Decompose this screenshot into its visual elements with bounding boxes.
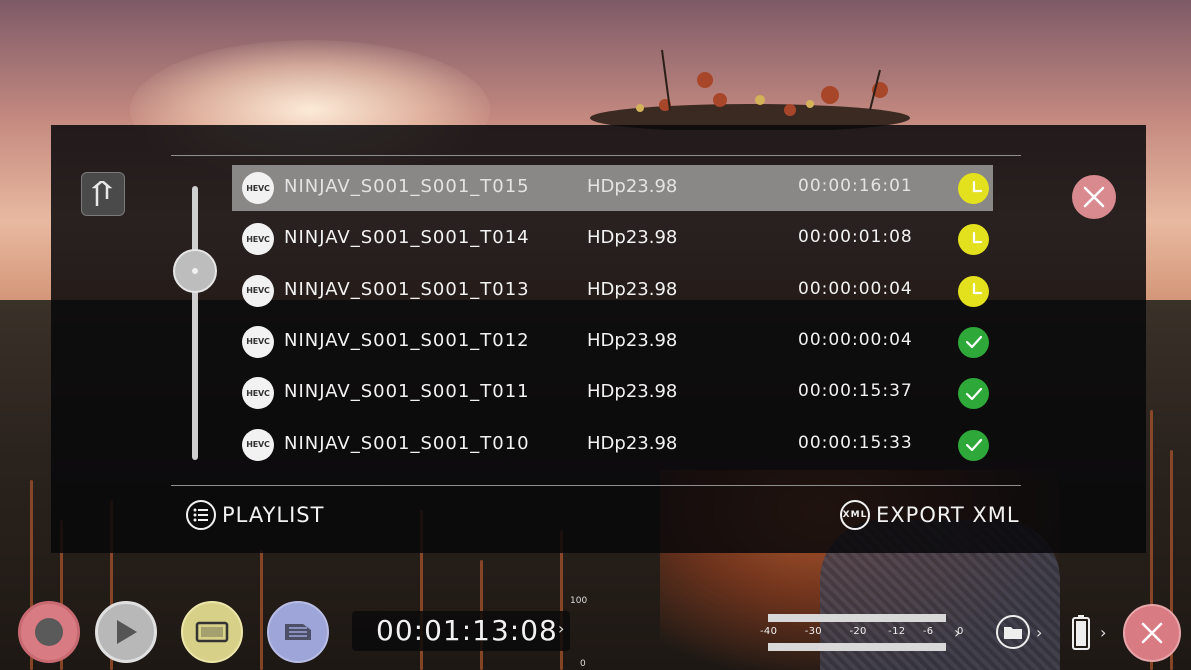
flower-crown: [590, 49, 910, 130]
clip-name: NINJAV_S001_S001_T012: [284, 329, 530, 351]
clip-name: NINJAV_S001_S001_T013: [284, 278, 530, 300]
media-chevron-icon: ›: [1036, 623, 1043, 642]
clip-duration: 00:00:01:08: [798, 227, 913, 248]
up-arrow-icon: [92, 181, 113, 206]
timecode-chevron-icon: ›: [558, 619, 565, 638]
bottom-divider: [171, 485, 1021, 486]
clip-name: NINJAV_S001_S001_T014: [284, 227, 530, 249]
scrollbar-thumb[interactable]: [173, 249, 217, 293]
battery-icon: [1072, 615, 1090, 650]
timecode: 00:01:13:08: [376, 614, 558, 647]
hevc-icon: HEVC: [242, 172, 274, 204]
playlist-button[interactable]: PLAYLIST: [186, 500, 324, 530]
audio-meter-scale[interactable]: -40 -30 -20 -12 -6 0: [760, 626, 964, 637]
clip-format: HDp23.98: [587, 227, 678, 249]
playlist-toolbar-button[interactable]: [267, 601, 329, 663]
clip-format: HDp23.98: [587, 278, 678, 300]
close-icon: [1083, 186, 1105, 208]
clip-row[interactable]: HEVC NINJAV_S001_S001_T010 HDp23.98 00:00:1…: [232, 422, 993, 468]
audio-meter-left: [768, 614, 946, 622]
play-button[interactable]: [95, 601, 157, 663]
monitor-icon: [195, 621, 229, 643]
top-divider: [171, 155, 1021, 156]
clip-format: HDp23.98: [587, 381, 678, 403]
play-icon: [117, 620, 137, 644]
export-xml-label: EXPORT XML: [876, 503, 1020, 527]
clip-duration: 00:00:00:04: [798, 278, 913, 299]
scrollbar-track[interactable]: [192, 186, 198, 460]
clip-name: NINJAV_S001_S001_T015: [284, 176, 530, 197]
exit-button[interactable]: [1123, 604, 1181, 662]
clip-row[interactable]: HEVC NINJAV_S001_S001_T014 HDp23.98 00:00:0…: [232, 216, 993, 262]
audio-meter-right: [768, 643, 946, 651]
clip-format: HDp23.98: [587, 329, 678, 351]
clip-format: HDp23.98: [587, 432, 678, 454]
hevc-icon: HEVC: [242, 377, 274, 410]
clip-duration: 00:00:15:33: [798, 432, 913, 453]
hevc-icon: HEVC: [242, 223, 274, 256]
record-icon: [35, 618, 63, 646]
media-button[interactable]: [996, 615, 1030, 649]
record-button[interactable]: [18, 601, 80, 663]
check-icon: [958, 326, 989, 358]
clip-name: NINJAV_S001_S001_T011: [284, 381, 530, 403]
stack-icon: [285, 624, 311, 640]
close-panel-button[interactable]: [1072, 175, 1116, 219]
clock-icon: [958, 224, 989, 256]
hevc-icon: HEVC: [242, 274, 274, 307]
monitor-button[interactable]: [181, 601, 243, 663]
battery-button[interactable]: [1068, 612, 1094, 652]
close-icon: [1141, 622, 1163, 644]
export-xml-button[interactable]: XML EXPORT XML: [840, 500, 1020, 530]
clip-row[interactable]: HEVC NINJAV_S001_S001_T015 HDp23.98 00:00:1…: [232, 165, 993, 211]
playlist-label: PLAYLIST: [222, 503, 325, 527]
meter-chevron-icon: ›: [954, 623, 961, 642]
clock-icon: [958, 275, 989, 307]
scale-top-label: 100: [570, 596, 588, 606]
hevc-icon: HEVC: [242, 428, 274, 461]
clip-row[interactable]: HEVC NINJAV_S001_S001_T011 HDp23.98 00:00:1…: [232, 370, 993, 416]
clip-duration: 00:00:15:37: [798, 381, 913, 402]
clip-name: NINJAV_S001_S001_T010: [284, 432, 530, 454]
clip-row[interactable]: HEVC NINJAV_S001_S001_T012 HDp23.98 00:00:0…: [232, 319, 993, 365]
list-icon: [186, 500, 216, 530]
check-icon: [958, 378, 989, 410]
up-folder-button[interactable]: [81, 172, 125, 216]
battery-chevron-icon: ›: [1100, 623, 1107, 642]
xml-icon-text: XML: [842, 510, 868, 520]
clip-duration: 00:00:00:04: [798, 329, 913, 350]
clip-format: HDp23.98: [587, 176, 678, 197]
hevc-icon: HEVC: [242, 325, 274, 358]
check-icon: [958, 429, 989, 461]
scale-bottom-label: 0: [580, 659, 586, 669]
clock-icon: [958, 173, 989, 204]
clip-duration: 00:00:16:01: [798, 176, 913, 196]
clip-row[interactable]: HEVC NINJAV_S001_S001_T013 HDp23.98 00:00:0…: [232, 268, 993, 314]
folder-icon: [1004, 627, 1022, 639]
xml-icon: XML: [840, 500, 870, 530]
